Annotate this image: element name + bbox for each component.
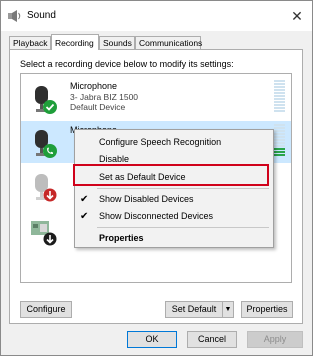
level-meter-segment (274, 133, 285, 135)
menu-item-show-disconnected-devices[interactable]: ✔ Show Disconnected Devices (75, 209, 273, 225)
level-meter-segment (274, 104, 285, 106)
tab-playback[interactable]: Playback (9, 36, 51, 49)
close-button[interactable]: ✕ (282, 1, 312, 31)
tab-sounds[interactable]: Sounds (99, 36, 135, 49)
menu-item-label: Configure Speech Recognition (99, 137, 222, 147)
configure-button[interactable]: Configure (20, 301, 72, 318)
level-meter (274, 124, 285, 159)
level-meter-segment (274, 98, 285, 100)
level-meter-segment (274, 148, 285, 150)
level-meter-segment (274, 124, 285, 126)
speaker-icon (8, 10, 21, 22)
ok-button[interactable]: OK (127, 331, 177, 348)
set-default-button[interactable]: Set Default (165, 301, 223, 318)
level-meter-segment (274, 92, 285, 94)
level-meter-segment (274, 107, 285, 109)
microphone-icon (35, 130, 57, 158)
phone-badge-icon (43, 144, 57, 158)
menu-item-label: Disable (99, 154, 130, 164)
level-meter-segment (274, 110, 285, 112)
level-meter-segment (274, 154, 285, 156)
menu-item-show-disabled-devices[interactable]: ✔ Show Disabled Devices (75, 192, 273, 208)
level-meter-segment (274, 127, 285, 129)
default-check-icon (43, 100, 57, 114)
highlight-annotation-box (73, 164, 269, 186)
level-meter-segment (274, 145, 285, 147)
window-title: Sound (27, 10, 56, 21)
level-meter-segment (274, 89, 285, 91)
level-meter-segment (274, 130, 285, 132)
device-name: Microphone (70, 81, 118, 91)
cancel-button[interactable]: Cancel (187, 331, 237, 348)
instructions-text: Select a recording device below to modif… (20, 59, 234, 69)
set-default-dropdown-button[interactable]: ▼ (222, 301, 234, 318)
level-meter-segment (274, 95, 285, 97)
properties-button[interactable]: Properties (241, 301, 293, 318)
level-meter-segment (274, 136, 285, 138)
level-meter-segment (274, 86, 285, 88)
menu-separator (97, 188, 269, 189)
device-row[interactable]: Microphone 3- Jabra BIZ 1500 Default Dev… (21, 77, 291, 119)
menu-item-label: Show Disconnected Devices (99, 211, 214, 221)
level-meter-segment (274, 142, 285, 144)
level-meter-segment (274, 80, 285, 82)
microphone-icon (35, 86, 57, 114)
menu-item-label: Show Disabled Devices (99, 194, 194, 204)
menu-separator (97, 227, 269, 228)
apply-button[interactable]: Apply (247, 331, 303, 348)
line-in-board-icon (31, 221, 57, 246)
device-status: Default Device (70, 102, 126, 112)
tab-communications[interactable]: Communications (135, 36, 202, 49)
tab-recording[interactable]: Recording (51, 34, 99, 50)
title-bar: Sound ✕ (1, 1, 312, 31)
checkmark-icon: ✔ (80, 211, 89, 222)
level-meter-segment (274, 139, 285, 141)
microphone-disabled-icon (35, 174, 57, 202)
menu-item-configure-speech-recognition[interactable]: Configure Speech Recognition (75, 135, 273, 151)
menu-item-properties[interactable]: Properties (75, 231, 273, 247)
level-meter (274, 80, 285, 115)
level-meter-segment (274, 151, 285, 153)
context-menu: Configure Speech Recognition Disable Set… (74, 129, 274, 248)
menu-item-label: Properties (99, 233, 144, 243)
level-meter-segment (274, 83, 285, 85)
device-description: 3- Jabra BIZ 1500 (70, 92, 139, 102)
level-meter-segment (274, 101, 285, 103)
checkmark-icon: ✔ (80, 194, 89, 205)
